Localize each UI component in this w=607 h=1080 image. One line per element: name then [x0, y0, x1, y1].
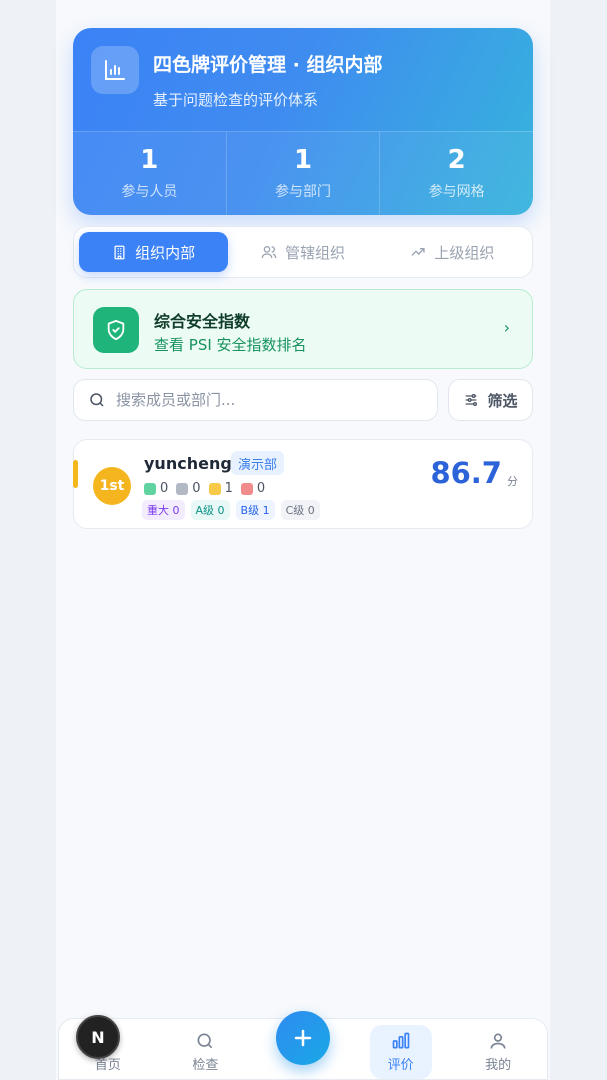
header-card: 四色牌评价管理 · 组织内部 基于问题检查的评价体系 1 参与人员 1 参与部门… — [73, 28, 533, 215]
app-container: 四色牌评价管理 · 组织内部 基于问题检查的评价体系 1 参与人员 1 参与部门… — [56, 0, 550, 1080]
filter-label: 筛选 — [487, 391, 518, 410]
stat-value: 1 — [293, 145, 313, 176]
member-score: 86.7 — [430, 456, 502, 490]
page-title: 四色牌评价管理 · 组织内部 — [153, 54, 383, 76]
red-card-swatch — [240, 482, 253, 495]
stat-label: 参与人员 — [121, 183, 178, 200]
psi-subtitle: 查看 PSI 安全指数排名 — [154, 336, 307, 354]
nav-label: 检查 — [192, 1058, 219, 1073]
stat-participants: 1 参与人员 — [73, 132, 227, 215]
plus-icon — [294, 1029, 312, 1047]
nav-profile[interactable]: 我的 — [449, 1019, 547, 1079]
nav-evaluate[interactable]: 评价 — [352, 1019, 450, 1079]
yellow-card-swatch — [208, 482, 221, 495]
search-icon — [197, 1033, 213, 1049]
level-a: A级 0 — [190, 500, 230, 520]
stats-row: 1 参与人员 1 参与部门 2 参与网格 — [73, 131, 533, 215]
tab-label: 组织内部 — [135, 243, 196, 262]
gray-card-swatch — [176, 482, 189, 495]
nav-label: 评价 — [387, 1058, 414, 1073]
bar-chart-icon — [392, 1032, 409, 1049]
filter-button[interactable]: 筛选 — [448, 379, 533, 421]
stat-value: 2 — [447, 145, 466, 176]
level-b: B级 1 — [235, 500, 275, 520]
green-card-swatch — [144, 482, 156, 495]
tab-label: 管辖组织 — [284, 243, 345, 262]
nav-active-highlight: 评价 — [369, 1025, 432, 1079]
member-card[interactable]: 1st yuncheng 演示部 0 0 1 0 重大 0 A级 0 B级 1 … — [73, 439, 533, 529]
scope-tabs: 组织内部 管辖组织 上级组织 — [73, 226, 533, 278]
score-unit: 分 — [507, 475, 518, 488]
user-icon — [490, 1033, 506, 1049]
tab-superior[interactable]: 上级组织 — [378, 232, 527, 272]
stat-label: 参与部门 — [275, 183, 331, 200]
level-c: C级 0 — [280, 500, 320, 520]
tab-label: 上级组织 — [434, 243, 495, 262]
page-subtitle: 基于问题检查的评价体系 — [153, 91, 319, 109]
department-badge: 演示部 — [231, 451, 285, 475]
green-card-count: 0 — [144, 481, 168, 496]
building-icon — [114, 245, 125, 259]
dev-tools-badge[interactable]: N — [76, 1015, 120, 1059]
stat-value: 1 — [140, 145, 159, 176]
search-input[interactable] — [116, 391, 416, 409]
shield-icon — [93, 307, 139, 353]
search-icon — [90, 393, 104, 407]
color-card-counts: 0 0 1 0 — [144, 481, 265, 496]
trending-up-icon — [411, 248, 425, 256]
add-button[interactable] — [276, 1011, 330, 1065]
member-name: yuncheng — [144, 454, 232, 473]
psi-card[interactable]: 综合安全指数 查看 PSI 安全指数排名 › — [73, 289, 533, 369]
tab-internal[interactable]: 组织内部 — [79, 232, 229, 272]
level-counts: 重大 0 A级 0 B级 1 C级 0 — [142, 500, 320, 520]
stat-grids: 2 参与网格 — [380, 132, 533, 215]
psi-title: 综合安全指数 — [154, 312, 251, 331]
tab-jurisdiction[interactable]: 管辖组织 — [228, 232, 377, 272]
rank-badge: 1st — [93, 467, 131, 505]
red-card-count: 0 — [240, 481, 265, 496]
bar-chart-icon — [91, 46, 139, 94]
nav-check[interactable]: 检查 — [157, 1019, 255, 1079]
stat-departments: 1 参与部门 — [227, 132, 381, 215]
yellow-card-count: 1 — [208, 481, 233, 496]
level-major: 重大 0 — [142, 500, 185, 520]
gray-card-count: 0 — [176, 481, 201, 496]
search-box — [73, 379, 438, 421]
sliders-icon — [466, 394, 478, 406]
stat-label: 参与网格 — [428, 183, 485, 200]
nav-label: 我的 — [485, 1058, 512, 1073]
users-icon — [261, 246, 277, 259]
rank-accent-bar — [73, 460, 78, 488]
chevron-right-icon: › — [503, 318, 510, 337]
